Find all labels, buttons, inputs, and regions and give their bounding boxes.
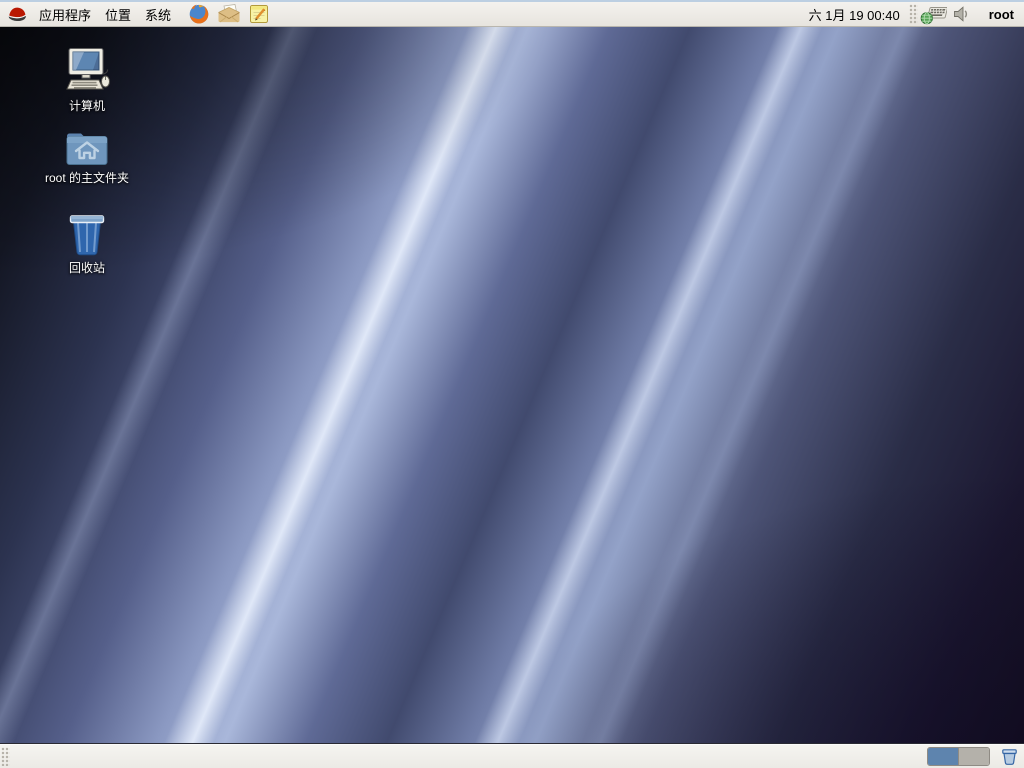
text-editor-launcher[interactable] xyxy=(244,2,274,26)
bottom-panel xyxy=(0,744,1024,768)
keyboard-indicator[interactable] xyxy=(919,2,949,26)
keyboard-globe-icon xyxy=(920,4,948,25)
volume-control[interactable] xyxy=(949,2,975,26)
applications-logo-menu[interactable] xyxy=(0,2,32,26)
trash-applet[interactable] xyxy=(997,745,1021,768)
menu-system[interactable]: 系统 xyxy=(138,2,178,26)
workspace-1[interactable] xyxy=(928,748,958,765)
desktop-icon-label: root 的主文件夹 xyxy=(44,171,129,185)
menu-system-label: 系统 xyxy=(145,7,172,23)
firefox-icon xyxy=(188,3,210,25)
email-envelope-icon xyxy=(217,4,241,24)
workspace-switcher xyxy=(927,747,990,766)
home-folder-icon xyxy=(63,128,111,168)
menu-places[interactable]: 位置 xyxy=(98,2,138,26)
redhat-logo-icon xyxy=(6,3,28,25)
desktop-icon-trash[interactable]: 回收站 xyxy=(17,212,157,276)
clock-text: 六 1月 19 00:40 xyxy=(808,7,900,23)
desktop-icon-computer[interactable]: 计算机 xyxy=(17,46,157,114)
window-list-handle[interactable] xyxy=(1,747,10,766)
trash-applet-icon xyxy=(1000,747,1019,766)
desktop-icon-label: 回收站 xyxy=(68,261,105,275)
computer-icon xyxy=(62,46,112,96)
desktop-wallpaper[interactable] xyxy=(0,0,1024,768)
text-editor-icon xyxy=(248,3,270,25)
firefox-launcher[interactable] xyxy=(184,2,214,26)
username-text: root xyxy=(988,6,1014,22)
desktop-icon-label: 计算机 xyxy=(68,99,105,113)
workspace-2[interactable] xyxy=(958,748,989,765)
top-panel: 应用程序 位置 系统 六 1月 19 00:40 root xyxy=(0,0,1024,27)
menu-applications[interactable]: 应用程序 xyxy=(32,2,98,26)
user-switcher[interactable]: root xyxy=(975,7,1024,22)
speaker-icon xyxy=(952,4,972,24)
email-launcher[interactable] xyxy=(214,2,244,26)
notification-area-handle[interactable] xyxy=(908,4,918,24)
desktop-icon-home-folder[interactable]: root 的主文件夹 xyxy=(17,128,157,186)
clock-applet[interactable]: 六 1月 19 00:40 xyxy=(801,5,908,24)
menu-places-label: 位置 xyxy=(105,7,132,23)
trash-icon xyxy=(65,212,109,258)
menu-applications-label: 应用程序 xyxy=(39,7,92,23)
